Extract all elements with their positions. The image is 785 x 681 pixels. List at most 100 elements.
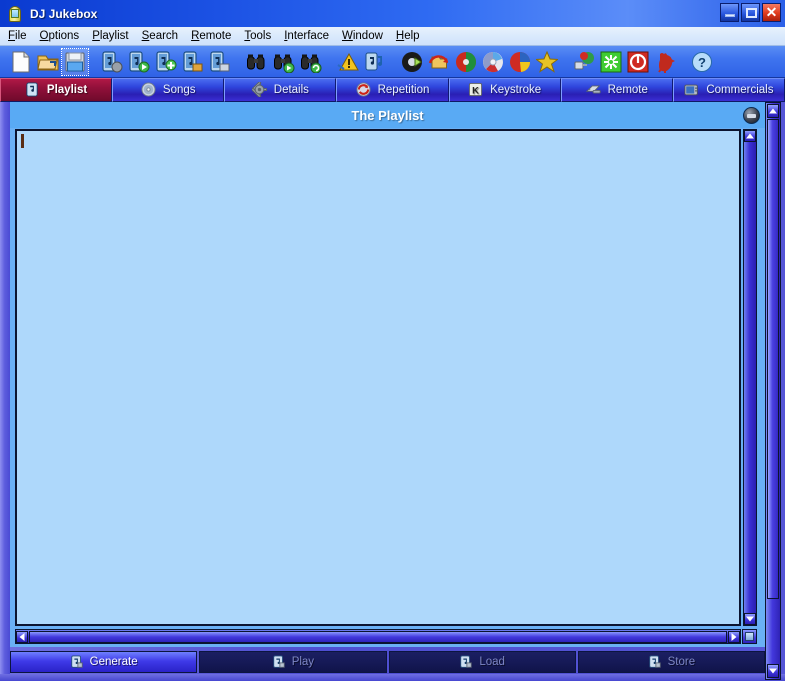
title-bar[interactable]: DJ Jukebox ✕	[0, 0, 785, 28]
tab-repetition[interactable]: Repetition	[336, 78, 449, 102]
store-button[interactable]: Store	[577, 651, 765, 673]
remote-control-icon	[585, 82, 602, 98]
editor-scroll-right-button[interactable]	[728, 630, 740, 643]
window-vscroll-thumb[interactable]	[767, 119, 779, 599]
menu-item-playlist[interactable]: Playlist	[92, 30, 128, 42]
menu-item-interface[interactable]: Interface	[284, 30, 329, 42]
folder-refresh-button[interactable]	[426, 49, 452, 75]
cd-disc-icon	[141, 82, 157, 98]
editor-hscroll-thumb[interactable]	[29, 630, 727, 643]
button-label: Store	[667, 656, 696, 668]
song-disk-button[interactable]	[207, 49, 233, 75]
save-floppy-icon	[62, 51, 88, 73]
sparkle-green-button[interactable]	[598, 49, 624, 75]
close-icon: ✕	[765, 4, 778, 20]
tab-remote[interactable]: Remote	[560, 78, 673, 102]
warning-triangle-icon	[335, 51, 361, 73]
maximize-button[interactable]	[741, 3, 760, 22]
disc-eject-button[interactable]	[399, 49, 425, 75]
song-settings-button[interactable]	[99, 49, 125, 75]
close-button[interactable]: ✕	[762, 3, 781, 22]
tab-label: Commercials	[706, 84, 774, 96]
editor-horizontal-scrollbar[interactable]	[15, 629, 741, 644]
menu-item-tools[interactable]: Tools	[244, 30, 271, 42]
song-folder-icon	[180, 50, 206, 73]
cd-red-button[interactable]	[453, 49, 479, 75]
rooster-icon	[652, 51, 678, 73]
menu-item-search[interactable]: Search	[142, 30, 178, 42]
editor-scroll-down-button[interactable]	[744, 613, 756, 625]
play-button[interactable]: Play	[199, 651, 387, 673]
window-controls: ✕	[720, 3, 781, 22]
chevron-left-icon	[19, 632, 25, 641]
options-dot-button[interactable]	[743, 107, 760, 124]
play-icon	[272, 655, 286, 669]
cd-rainbow-button[interactable]	[480, 49, 506, 75]
load-button[interactable]: Load	[388, 651, 576, 673]
folder-refresh-icon	[426, 51, 452, 73]
svg-text:K: K	[472, 85, 479, 95]
editor-scroll-left-button[interactable]	[16, 630, 28, 643]
window-frame-left	[0, 102, 10, 680]
menu-item-file[interactable]: File	[8, 30, 27, 42]
music-note-icon	[362, 51, 388, 73]
search-binoculars-button[interactable]	[244, 49, 270, 75]
song-folder-button[interactable]	[180, 49, 206, 75]
minimize-button[interactable]	[720, 3, 739, 22]
search-refresh-icon	[298, 51, 324, 73]
pie-chart-button[interactable]	[507, 49, 533, 75]
chevron-down-icon	[746, 616, 754, 622]
window-vertical-scrollbar[interactable]	[765, 102, 781, 680]
editor-vertical-scrollbar[interactable]	[743, 129, 757, 626]
power-off-button[interactable]	[625, 49, 651, 75]
svg-text:?: ?	[698, 55, 706, 70]
window-scroll-up-button[interactable]	[767, 104, 779, 118]
search-next-button[interactable]	[271, 49, 297, 75]
tab-keystroke[interactable]: K Keystroke	[448, 78, 561, 102]
menu-item-options[interactable]: Options	[40, 30, 80, 42]
menu-item-remote[interactable]: Remote	[191, 30, 231, 42]
tv-icon	[684, 82, 700, 98]
warning-triangle-button[interactable]	[335, 49, 361, 75]
tab-label: Keystroke	[490, 84, 542, 96]
playlist-textarea[interactable]	[15, 129, 741, 626]
save-floppy-button[interactable]	[61, 47, 89, 76]
new-document-button[interactable]	[8, 49, 34, 75]
pane-title-label: The Playlist	[351, 107, 424, 123]
tab-label: Repetition	[377, 84, 430, 96]
tab-commercials[interactable]: Commercials	[672, 78, 785, 102]
song-add-button[interactable]	[153, 49, 179, 75]
application-window: DJ Jukebox ✕ File Options Playlist Search Re…	[0, 0, 785, 681]
editor-scroll-up-button[interactable]	[744, 130, 756, 142]
text-caret	[21, 134, 24, 148]
open-folder-button[interactable]	[35, 49, 61, 75]
repeat-icon	[356, 82, 372, 98]
generate-button[interactable]: Generate	[10, 651, 198, 673]
resize-corner-icon[interactable]	[742, 629, 757, 644]
tab-playlist[interactable]: Playlist	[0, 78, 113, 102]
menu-item-window[interactable]: Window	[342, 30, 383, 42]
gear-icon	[250, 80, 268, 99]
star-button[interactable]	[534, 49, 560, 75]
tab-label: Remote	[607, 84, 648, 96]
generate-icon	[70, 655, 84, 669]
tab-details[interactable]: Details	[224, 78, 337, 102]
tab-bar: Playlist Songs Details Repetition K Keystroke…	[0, 78, 785, 102]
song-play-icon	[126, 50, 152, 73]
pie-chart-icon	[507, 51, 533, 73]
tab-songs[interactable]: Songs	[112, 78, 225, 102]
new-document-icon	[8, 51, 34, 73]
music-note-button[interactable]	[362, 49, 388, 75]
rooster-button[interactable]	[652, 49, 678, 75]
playlist-pane: The Playlist	[10, 102, 765, 647]
editor-area	[15, 129, 757, 644]
help-question-button[interactable]: ?	[689, 49, 715, 75]
search-refresh-button[interactable]	[298, 49, 324, 75]
song-play-button[interactable]	[126, 49, 152, 75]
window-scroll-down-button[interactable]	[767, 664, 779, 678]
plug-button[interactable]	[571, 49, 597, 75]
tab-label: Playlist	[46, 84, 88, 96]
cd-rainbow-icon	[480, 51, 506, 73]
song-disk-icon	[207, 50, 233, 73]
menu-item-help[interactable]: Help	[396, 30, 420, 42]
